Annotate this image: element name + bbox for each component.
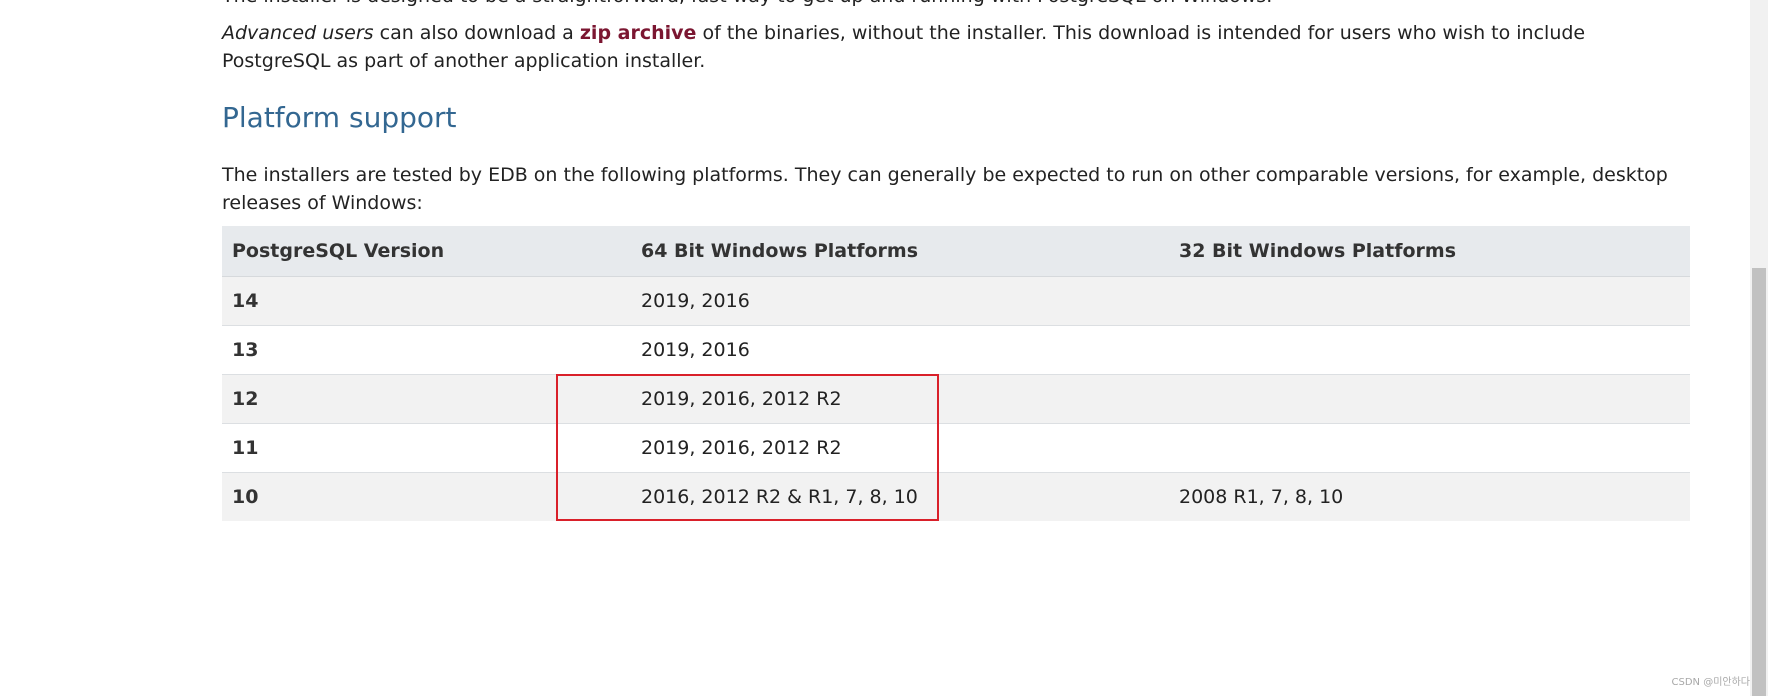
cell-version: 10 xyxy=(222,472,631,521)
page: The installer is designed to be a straig… xyxy=(0,0,1768,696)
cell-version: 13 xyxy=(222,325,631,375)
zip-archive-link[interactable]: zip archive xyxy=(580,22,697,44)
advanced-text-before-link: can also download a xyxy=(373,22,580,44)
cell-64-bit: 2019, 2016 xyxy=(631,276,1169,326)
cell-version: 14 xyxy=(222,276,631,326)
cell-version: 12 xyxy=(222,374,631,424)
cell-64-bit: 2019, 2016, 2012 R2 xyxy=(631,374,1169,424)
cell-version: 11 xyxy=(222,423,631,473)
cell-64-bit: 2016, 2012 R2 & R1, 7, 8, 10 xyxy=(631,472,1169,521)
platform-support-table: PostgreSQL Version 64 Bit Windows Platfo… xyxy=(222,226,1690,521)
cell-32-bit xyxy=(1169,374,1690,424)
table-row: 11 2019, 2016, 2012 R2 xyxy=(222,423,1690,473)
intro-paragraph: The installer is designed to be a straig… xyxy=(222,0,1690,10)
advanced-users-paragraph: Advanced users can also download a zip a… xyxy=(222,19,1690,75)
header-postgresql-version: PostgreSQL Version xyxy=(222,226,631,277)
table-row: 12 2019, 2016, 2012 R2 xyxy=(222,374,1690,424)
header-32-bit-platforms: 32 Bit Windows Platforms xyxy=(1169,226,1690,277)
platform-support-description: The installers are tested by EDB on the … xyxy=(222,164,1668,214)
table-row: 13 2019, 2016 xyxy=(222,325,1690,375)
header-64-bit-platforms: 64 Bit Windows Platforms xyxy=(631,226,1169,277)
cell-32-bit: 2008 R1, 7, 8, 10 xyxy=(1169,472,1690,521)
vertical-scrollbar[interactable] xyxy=(1750,0,1768,696)
cell-32-bit xyxy=(1169,325,1690,375)
scrollbar-thumb[interactable] xyxy=(1752,268,1766,696)
table-row: 10 2016, 2012 R2 & R1, 7, 8, 10 2008 R1,… xyxy=(222,472,1690,521)
cell-64-bit: 2019, 2016 xyxy=(631,325,1169,375)
platform-support-heading: Platform support xyxy=(222,101,457,134)
cell-32-bit xyxy=(1169,423,1690,473)
advanced-users-emphasis: Advanced users xyxy=(222,22,374,44)
table-header-row: PostgreSQL Version 64 Bit Windows Platfo… xyxy=(222,226,1690,277)
table-row: 14 2019, 2016 xyxy=(222,276,1690,326)
cell-64-bit: 2019, 2016, 2012 R2 xyxy=(631,423,1169,473)
csdn-watermark: CSDN @미안하다 xyxy=(1671,677,1751,688)
cell-32-bit xyxy=(1169,276,1690,326)
